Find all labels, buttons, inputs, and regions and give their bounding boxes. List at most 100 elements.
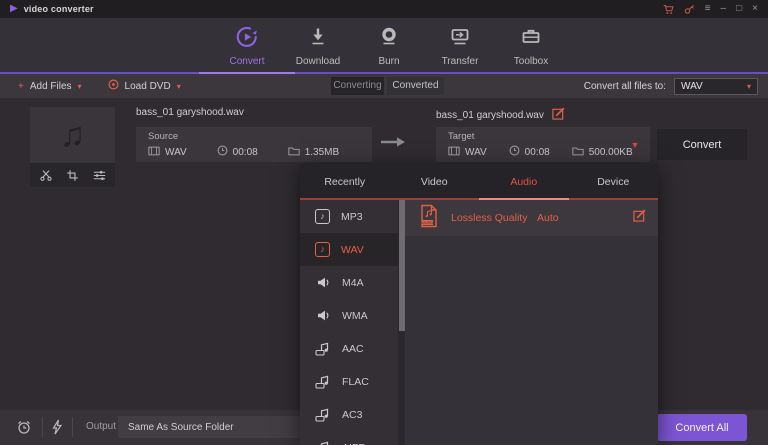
note-file-icon: [315, 341, 331, 357]
output-format-dropdown[interactable]: WAV ▾: [674, 77, 758, 95]
app-title: video converter: [23, 4, 94, 14]
source-filename: bass_01 garyshood.wav: [136, 107, 244, 118]
scrollbar-thumb[interactable]: [398, 200, 405, 331]
popup-tab-video[interactable]: Video: [390, 164, 480, 199]
tab-convert[interactable]: Convert: [219, 25, 275, 67]
toolbox-icon: [519, 25, 543, 52]
tab-toolbox[interactable]: Toolbox: [503, 25, 559, 67]
format-item-aiff[interactable]: AIFF: [300, 431, 398, 445]
titlebar: ▶ video converter ≡ – □ ×: [0, 0, 768, 18]
quality-panel: SOURCE Lossless Quality Auto: [405, 200, 658, 445]
key-icon[interactable]: [684, 4, 695, 15]
source-duration: 00:08: [232, 146, 258, 158]
load-dvd-button[interactable]: Load DVD ▾: [108, 79, 181, 93]
popup-tab-bar: Recently Video Audio Device: [300, 164, 658, 199]
folder-icon: [572, 146, 584, 159]
menu-icon[interactable]: ≡: [705, 4, 711, 14]
format-selection-popup: Recently Video Audio Device ♪ MP3 ♪ WAV …: [300, 164, 658, 445]
popup-tab-audio[interactable]: Audio: [479, 164, 569, 199]
tab-label: Transfer: [441, 56, 479, 67]
burn-disc-icon: [377, 25, 401, 52]
lossless-source-file-icon: SOURCE: [419, 204, 439, 233]
tab-burn[interactable]: Burn: [361, 25, 417, 67]
target-info-panel: Target WAV 00:08 500.00KB ▼: [436, 127, 650, 162]
format-value: WAV: [681, 80, 703, 92]
tab-download[interactable]: Download: [290, 25, 346, 67]
divider: [42, 417, 43, 437]
source-info-panel: Source WAV 00:08 1.35MB: [136, 127, 372, 162]
folder-icon: [288, 146, 300, 159]
maximize-icon[interactable]: □: [736, 4, 742, 14]
convert-all-button[interactable]: Convert All: [657, 414, 747, 441]
format-label: AAC: [342, 342, 364, 355]
format-item-mp3[interactable]: ♪ MP3: [300, 200, 398, 233]
plus-icon: +: [18, 80, 24, 92]
crop-icon[interactable]: [66, 169, 79, 182]
music-note-icon: ♪: [315, 209, 330, 224]
chevron-down-icon[interactable]: ▾: [78, 82, 82, 91]
svg-text:SOURCE: SOURCE: [420, 221, 435, 225]
file-thumbnail[interactable]: ♫: [30, 107, 115, 163]
music-note-icon: ♪: [315, 242, 330, 257]
target-format: WAV: [465, 146, 487, 158]
download-icon: [306, 25, 330, 52]
source-size: 1.35MB: [304, 146, 340, 158]
load-dvd-label: Load DVD: [124, 80, 171, 92]
add-files-label: Add Files: [29, 80, 72, 92]
rename-edit-icon[interactable]: [552, 107, 565, 123]
source-to-target-arrow-icon: [379, 135, 406, 154]
convert-button[interactable]: Convert: [657, 129, 747, 160]
video-converter-window: ▶ video converter ≡ – □ × Convert Downlo…: [0, 0, 768, 445]
converted-tab[interactable]: Converted: [387, 77, 444, 95]
toolbar: + Add Files ▾ Load DVD ▾ Converting Conv…: [0, 74, 768, 98]
output-folder-input[interactable]: [118, 416, 304, 438]
edit-settings-icon[interactable]: [633, 209, 646, 227]
trim-scissors-icon[interactable]: [39, 168, 53, 182]
converting-tab[interactable]: Converting: [331, 77, 384, 95]
add-files-button[interactable]: + Add Files ▾: [18, 81, 82, 92]
format-label: AC3: [342, 408, 363, 421]
chevron-down-icon: ▾: [746, 81, 751, 91]
format-item-m4a[interactable]: M4A: [300, 266, 398, 299]
popup-tab-device[interactable]: Device: [569, 164, 659, 199]
popup-active-tab-indicator: [479, 198, 569, 200]
convert-play-icon: [235, 25, 259, 52]
source-format: WAV: [165, 146, 187, 158]
target-format-dropdown[interactable]: ▼: [620, 127, 650, 162]
convert-all-files-label: Convert all files to:: [583, 80, 666, 92]
tab-label: Toolbox: [513, 56, 549, 67]
tab-label: Burn: [378, 56, 400, 67]
tab-transfer[interactable]: Transfer: [432, 25, 488, 67]
format-list: ♪ MP3 ♪ WAV M4A WMA AAC FLAC AC3: [300, 200, 398, 445]
high-speed-icon[interactable]: [50, 419, 64, 440]
film-format-icon: [148, 146, 160, 159]
minimize-icon[interactable]: –: [721, 4, 727, 14]
speaker-icon: [315, 275, 331, 291]
schedule-clock-icon[interactable]: [16, 419, 32, 440]
format-item-wma[interactable]: WMA: [300, 299, 398, 332]
clock-icon: [217, 145, 228, 159]
tab-label: Download: [295, 56, 341, 67]
dvd-disc-icon: [108, 79, 119, 93]
format-label: MP3: [341, 210, 363, 223]
format-item-wav[interactable]: ♪ WAV: [300, 233, 398, 266]
close-icon[interactable]: ×: [752, 4, 758, 14]
film-format-icon: [448, 146, 460, 159]
effects-sliders-icon[interactable]: [92, 169, 107, 182]
quality-option-lossless[interactable]: SOURCE Lossless Quality Auto: [405, 200, 658, 236]
format-item-aac[interactable]: AAC: [300, 332, 398, 365]
chevron-down-icon[interactable]: ▾: [177, 82, 181, 91]
popup-scrollbar: [398, 200, 405, 445]
format-item-ac3[interactable]: AC3: [300, 398, 398, 431]
target-label: Target: [448, 131, 475, 142]
format-item-flac[interactable]: FLAC: [300, 365, 398, 398]
format-label: FLAC: [342, 375, 369, 388]
music-note-icon: ♫: [59, 116, 86, 154]
format-label: AIFF: [342, 442, 365, 445]
note-file-icon: [315, 374, 331, 390]
popup-tab-recently[interactable]: Recently: [300, 164, 390, 199]
cart-icon[interactable]: [663, 4, 674, 15]
tab-label: Convert: [229, 56, 265, 67]
file-edit-toolbar: [30, 163, 115, 187]
divider: [72, 417, 73, 437]
